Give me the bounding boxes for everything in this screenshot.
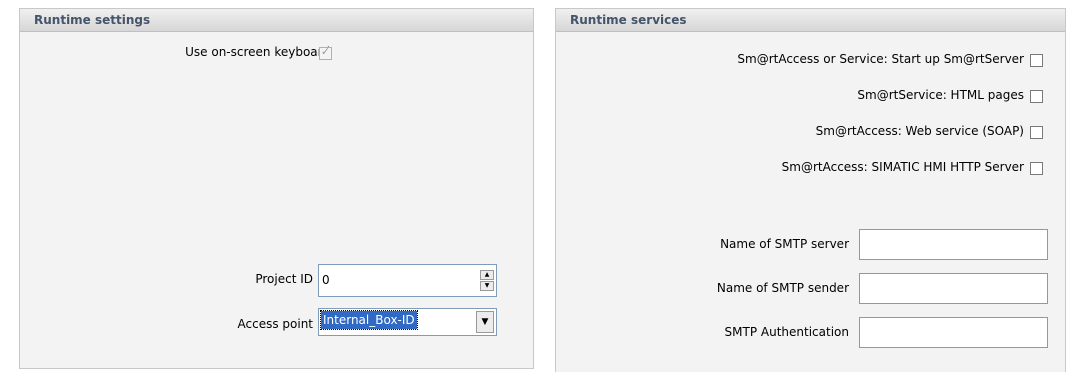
onscreen-keyboard-label: Use on-screen keyboard [185,45,330,59]
web-service-soap-checkbox[interactable] [1030,126,1043,139]
dropdown-button[interactable]: ▼ [476,311,494,333]
service-option-label: Sm@rtService: HTML pages [857,88,1024,102]
chevron-down-icon: ▼ [481,317,489,327]
runtime-services-title: Runtime services [556,9,1065,32]
smtp-authentication-input[interactable] [859,317,1048,348]
smtp-server-input[interactable] [859,229,1048,260]
smtp-server-label: Name of SMTP server [720,237,849,251]
smtp-sender-input[interactable] [859,273,1048,304]
chevron-up-icon: ▲ [484,271,490,278]
runtime-settings-title: Runtime settings [20,9,533,32]
project-id-label: Project ID [255,272,313,286]
onscreen-keyboard-checkbox[interactable]: ✓ [319,45,332,60]
check-mark-icon: ✓ [320,45,331,58]
spin-up-button[interactable]: ▲ [480,270,494,280]
service-option-label: Sm@rtAccess or Service: Start up Sm@rtSe… [737,52,1024,66]
project-id-value: 0 [322,273,330,287]
project-id-spin-buttons: ▲ ▼ [480,270,494,292]
smtp-sender-label: Name of SMTP sender [716,281,849,295]
hmi-http-server-checkbox[interactable] [1030,162,1043,175]
runtime-services-panel: Runtime services Sm@rtAccess or Service:… [555,8,1066,372]
access-point-label: Access point [237,317,314,331]
start-smartserver-checkbox[interactable] [1030,54,1043,67]
access-point-dropdown[interactable]: Internal_Box-ID ▼ [318,308,497,336]
smtp-authentication-label: SMTP Authentication [724,325,849,339]
spin-down-button[interactable]: ▼ [480,281,494,291]
runtime-settings-panel: Runtime settings Use on-screen keyboard … [19,8,534,369]
access-point-selected-value: Internal_Box-ID [320,310,418,330]
chevron-down-icon: ▼ [484,282,490,289]
html-pages-checkbox[interactable] [1030,90,1043,103]
service-option-label: Sm@rtAccess: SIMATIC HMI HTTP Server [781,160,1024,174]
project-id-spinbox[interactable]: 0 ▲ ▼ [318,264,497,297]
service-option-label: Sm@rtAccess: Web service (SOAP) [815,124,1024,138]
